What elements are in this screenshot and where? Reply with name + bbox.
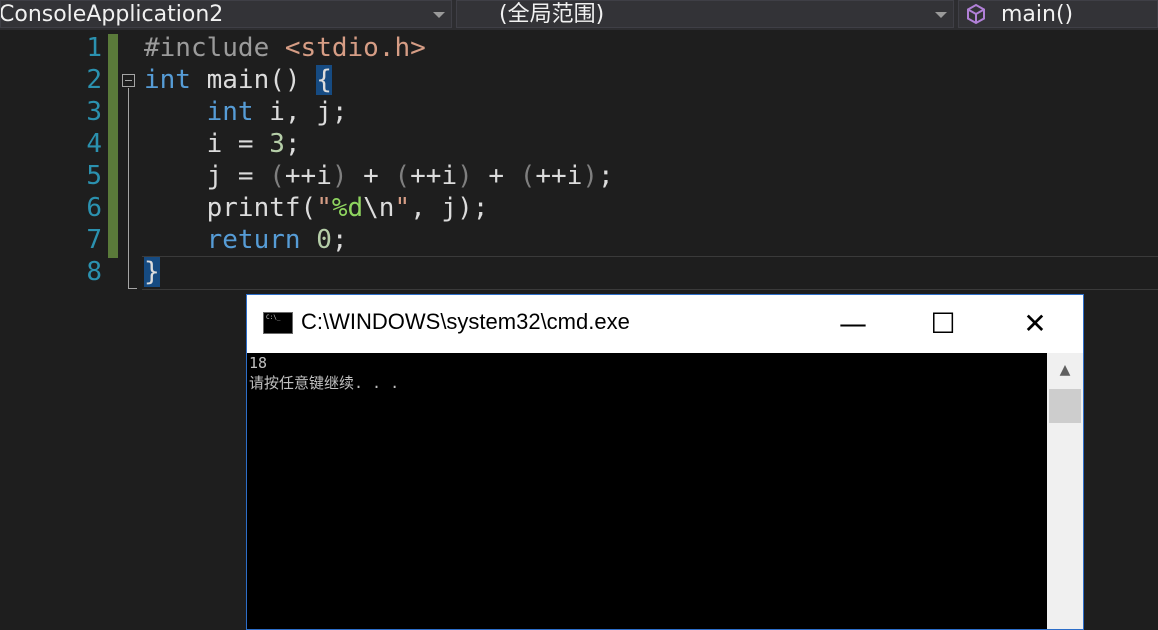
project-name: ConsoleApplication2	[0, 2, 224, 27]
code-line-8: }	[144, 257, 160, 287]
cmd-icon: C:\_	[263, 312, 293, 334]
line-number: 5	[86, 161, 102, 191]
chevron-down-icon	[433, 12, 445, 18]
line-number: 8	[86, 257, 102, 287]
member-dropdown[interactable]: main()	[958, 0, 1158, 28]
maximize-button[interactable]: ☐	[897, 295, 989, 353]
minimize-button[interactable]: —	[807, 295, 899, 353]
member-label: main()	[1001, 2, 1074, 27]
navigation-bar: ConsoleApplication2 (全局范围) main()	[0, 0, 1158, 30]
code-line-1: #include <stdio.h>	[144, 33, 426, 63]
close-button[interactable]: ✕	[989, 295, 1081, 353]
line-number: 7	[86, 225, 102, 255]
vertical-scrollbar[interactable]: ▲	[1047, 353, 1083, 629]
change-indicator-bar	[108, 34, 118, 258]
scope-dropdown[interactable]: (全局范围)	[456, 0, 954, 28]
console-title-bar[interactable]: C:\_ C:\WINDOWS\system32\cmd.exe — ☐ ✕	[247, 295, 1083, 353]
scroll-thumb[interactable]	[1049, 389, 1081, 423]
console-title: C:\WINDOWS\system32\cmd.exe	[301, 309, 630, 334]
line-number: 3	[86, 97, 102, 127]
code-line-5: j = (++i) + (++i) + (++i);	[144, 161, 614, 191]
code-line-7: return 0;	[206, 225, 348, 255]
fold-guide-end	[128, 288, 137, 289]
collapse-icon[interactable]	[122, 74, 135, 87]
line-number: 4	[86, 129, 102, 159]
code-line-6: printf("%d\n", j);	[144, 193, 489, 223]
current-line-highlight	[142, 256, 1158, 290]
console-output-line: 请按任意键继续. . .	[249, 374, 400, 392]
scroll-up-button[interactable]: ▲	[1047, 353, 1083, 387]
project-dropdown[interactable]: ConsoleApplication2	[0, 0, 452, 28]
scope-label: (全局范围)	[499, 2, 605, 27]
line-number: 6	[86, 193, 102, 223]
cube-icon	[967, 3, 985, 25]
console-window[interactable]: C:\_ C:\WINDOWS\system32\cmd.exe — ☐ ✕ 1…	[246, 294, 1084, 630]
code-line-2: int main() {	[144, 65, 332, 95]
line-number: 2	[86, 65, 102, 95]
console-output-line: 18	[249, 354, 268, 372]
line-number: 1	[86, 33, 102, 63]
console-output[interactable]: 18 请按任意键继续. . .	[247, 353, 1047, 629]
code-line-4: i = 3;	[144, 129, 301, 159]
code-line-3: int i, j;	[206, 97, 348, 127]
fold-guide	[128, 88, 129, 288]
chevron-down-icon	[935, 12, 947, 18]
